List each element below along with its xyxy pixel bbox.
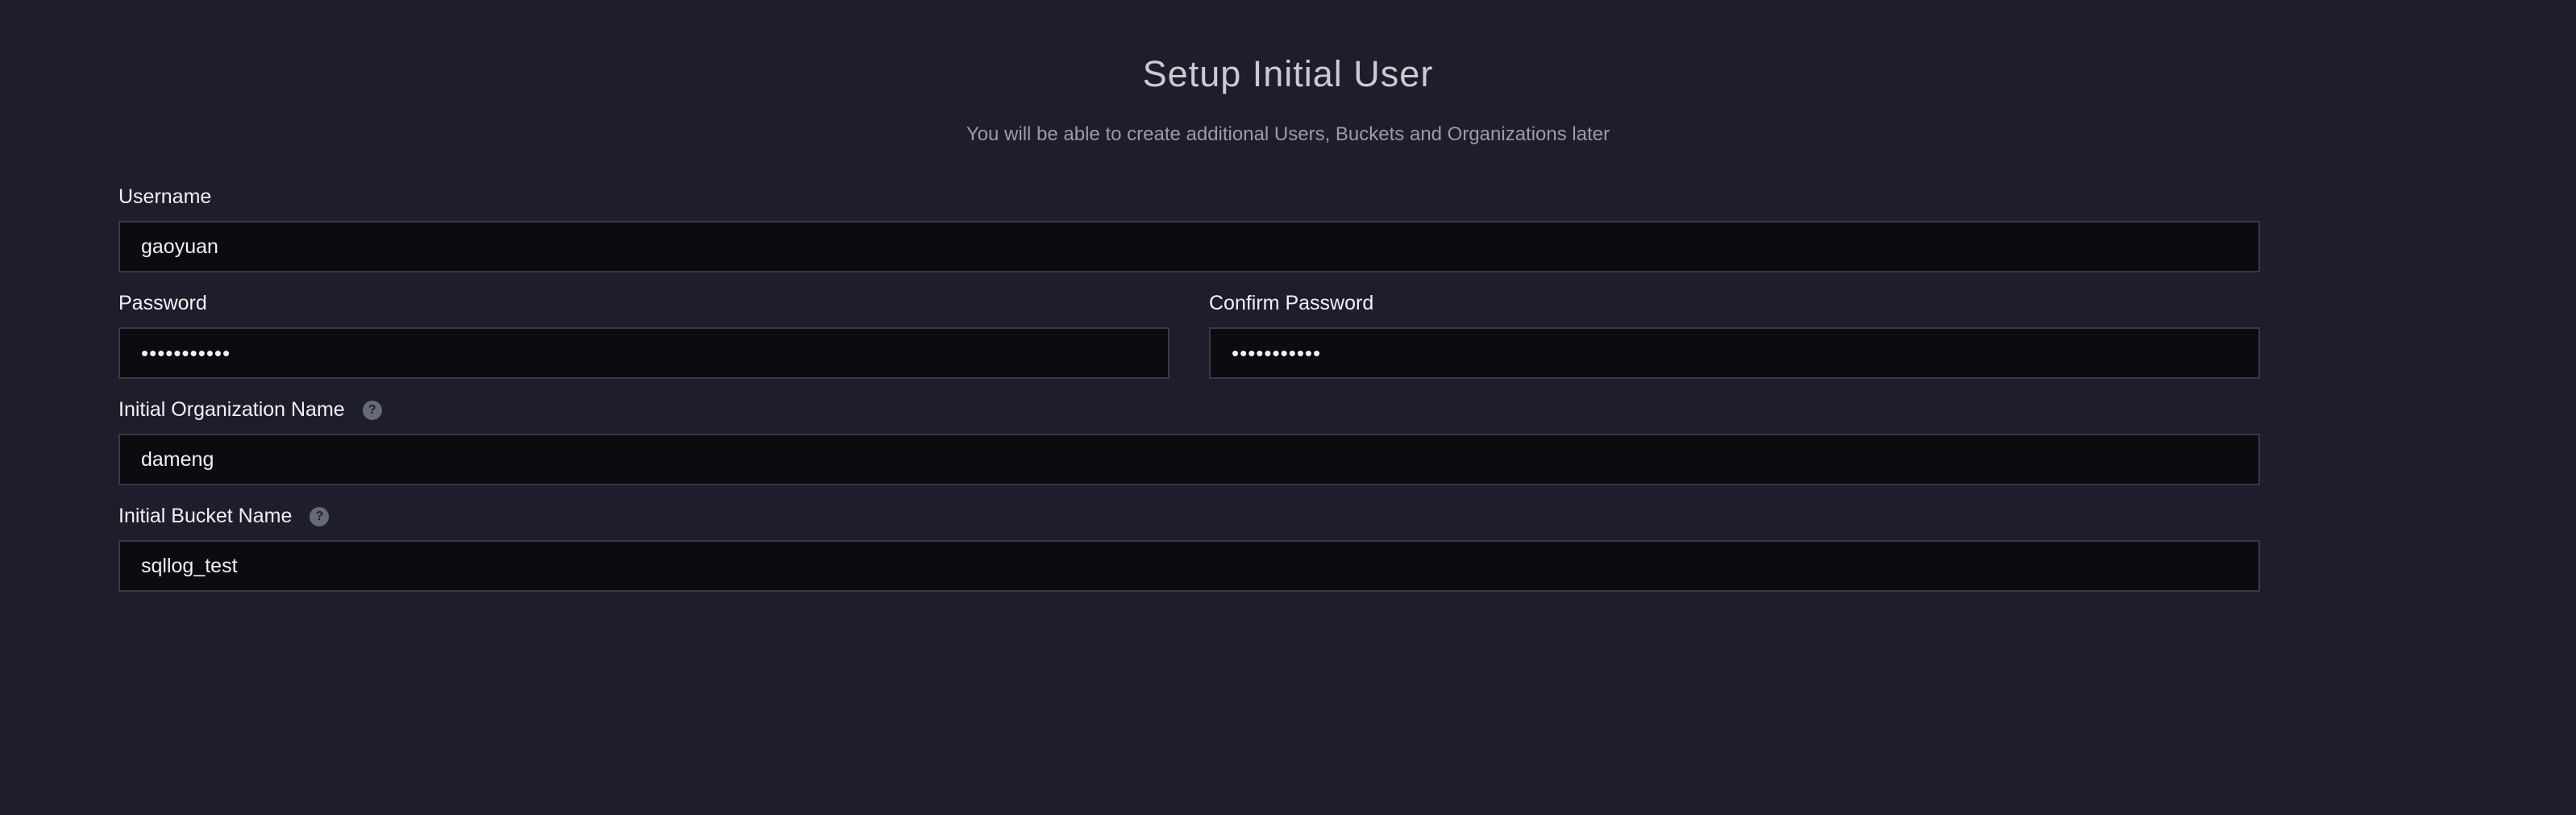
- confirm-password-label: Confirm Password: [1209, 291, 1374, 314]
- setup-page: Setup Initial User You will be able to c…: [0, 0, 2576, 815]
- confirm-password-input[interactable]: [1209, 327, 2260, 379]
- question-icon[interactable]: ?: [310, 507, 330, 526]
- org-name-field-group: Initial Organization Name ?: [118, 395, 2260, 485]
- org-name-input[interactable]: [118, 434, 2260, 485]
- bucket-name-field-group: Initial Bucket Name ?: [118, 501, 2260, 592]
- username-label: Username: [118, 185, 212, 208]
- username-field-group: Username: [118, 182, 2260, 272]
- page-title: Setup Initial User: [1142, 53, 1434, 94]
- question-icon[interactable]: ?: [362, 401, 382, 420]
- bucket-name-input[interactable]: [118, 540, 2260, 592]
- username-input[interactable]: [118, 221, 2260, 272]
- password-input[interactable]: [118, 327, 1170, 379]
- org-name-label: Initial Organization Name: [118, 397, 345, 421]
- password-field-group: Password: [118, 289, 1170, 379]
- page-subtitle: You will be able to create additional Us…: [966, 123, 1610, 145]
- bucket-name-label: Initial Bucket Name: [118, 504, 293, 527]
- password-label: Password: [118, 291, 207, 314]
- confirm-password-field-group: Confirm Password: [1209, 289, 2260, 379]
